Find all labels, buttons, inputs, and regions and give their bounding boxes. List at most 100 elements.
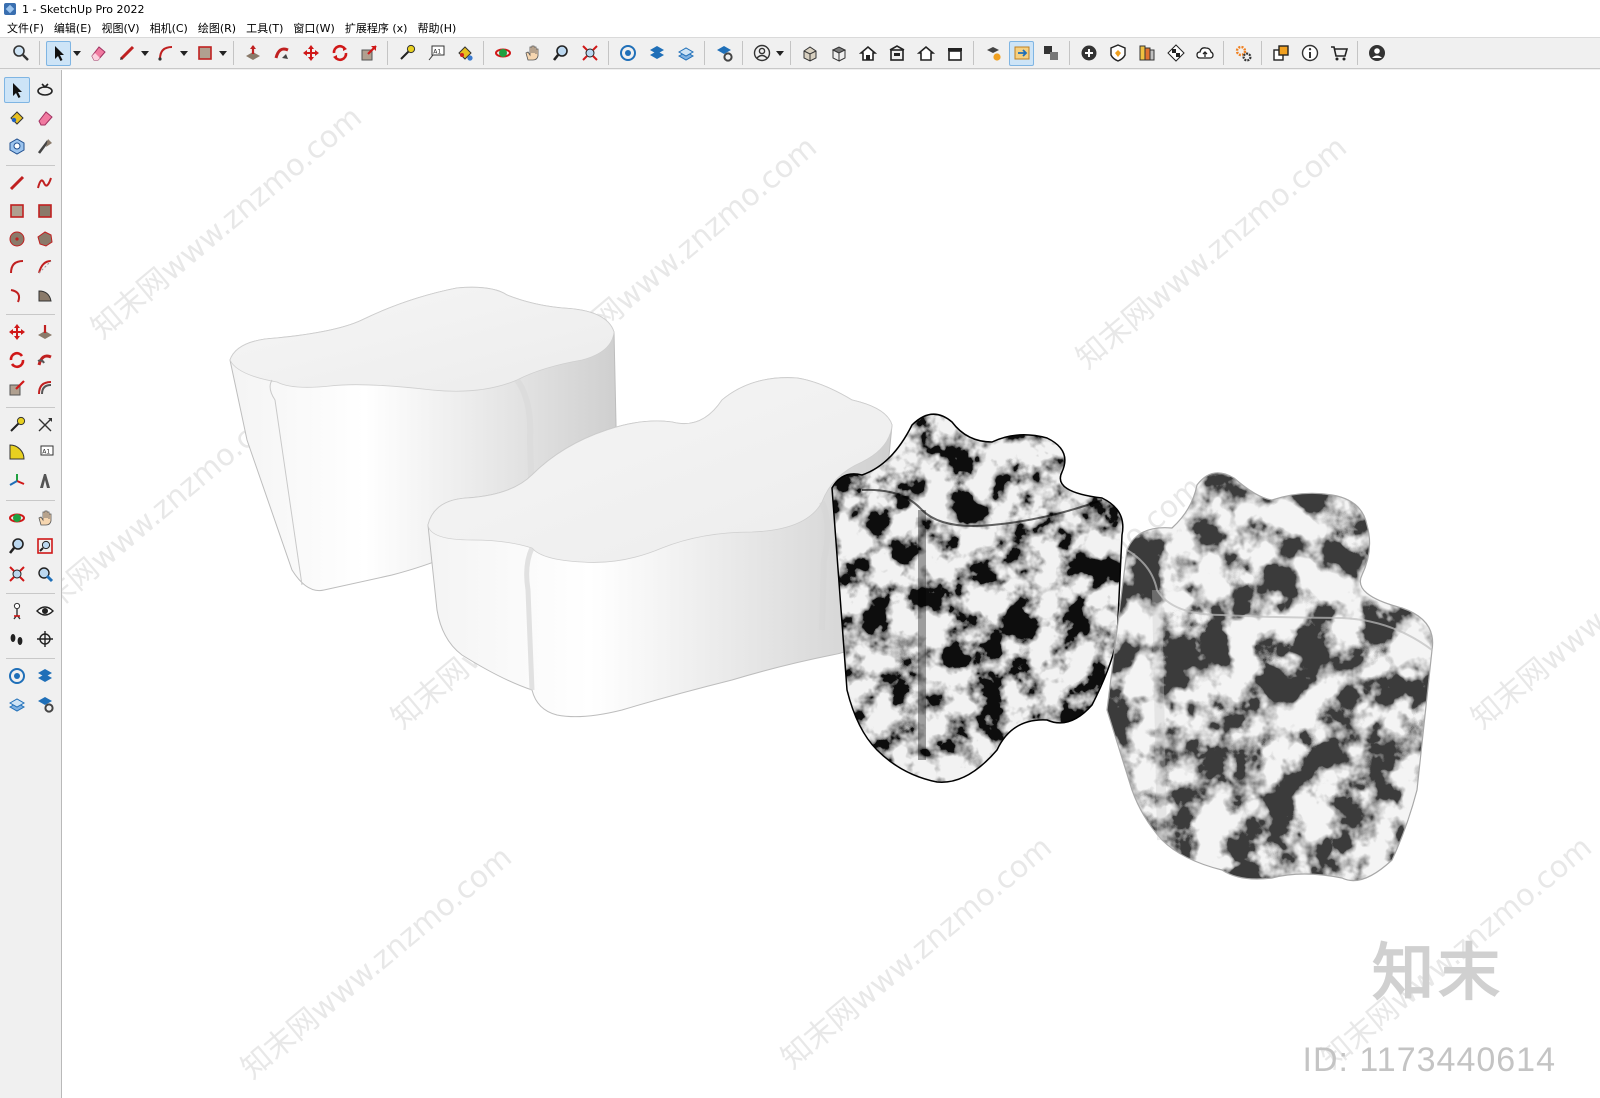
circle-icon[interactable] [4, 226, 30, 252]
solid-union-icon[interactable] [1076, 41, 1101, 66]
move-icon[interactable] [298, 41, 323, 66]
pencil-icon[interactable] [114, 41, 139, 66]
select-icon[interactable] [46, 40, 71, 66]
rectangle-icon[interactable] [4, 198, 30, 224]
shape-dropdown[interactable] [219, 41, 227, 66]
user-dropdown[interactable] [776, 41, 784, 66]
shadows-icon[interactable] [1163, 41, 1188, 66]
layout-icon[interactable] [4, 691, 30, 717]
look-around-icon[interactable] [32, 598, 58, 624]
push-pull-icon[interactable] [32, 319, 58, 345]
pan-icon[interactable] [32, 505, 58, 531]
extension-icon[interactable] [32, 663, 58, 689]
scale-icon[interactable] [4, 375, 30, 401]
warehouse-icon[interactable] [4, 663, 30, 689]
model-viewport[interactable]: 知末网www.znzmo.com 知末网www.znzmo.com 知末网www… [62, 70, 1600, 1098]
rectangle-icon[interactable] [192, 41, 217, 66]
eraser-icon[interactable] [32, 105, 58, 131]
axes-icon[interactable] [4, 468, 30, 494]
select-dropdown[interactable] [73, 41, 81, 66]
layout-icon[interactable] [673, 41, 698, 66]
select-icon[interactable] [3, 77, 30, 103]
text-icon[interactable]: A1 [32, 440, 58, 466]
menu-window[interactable]: 窗口(W) [288, 20, 339, 36]
pan-icon[interactable] [519, 41, 544, 66]
text-icon[interactable]: A1 [423, 41, 448, 66]
tape-measure-icon[interactable] [32, 133, 58, 159]
account-icon[interactable] [1364, 41, 1389, 66]
polygon-icon[interactable] [32, 226, 58, 252]
orbit-icon[interactable] [32, 77, 58, 103]
back-view-icon[interactable] [913, 41, 938, 66]
ext-manager-icon[interactable] [711, 41, 736, 66]
extension-warehouse-icon[interactable] [644, 41, 669, 66]
follow-me-icon[interactable] [269, 41, 294, 66]
settings-icon[interactable] [1230, 41, 1255, 66]
dimension-icon[interactable] [32, 412, 58, 438]
arc-dropdown[interactable] [180, 41, 188, 66]
cart-icon[interactable] [1326, 41, 1351, 66]
section-display-icon[interactable] [1009, 40, 1034, 66]
menu-view[interactable]: 视图(V) [96, 20, 144, 36]
freehand-icon[interactable] [32, 170, 58, 196]
paint-bucket-icon[interactable] [452, 41, 477, 66]
component-icon[interactable] [4, 133, 30, 159]
rotate-icon[interactable] [327, 41, 352, 66]
menu-file[interactable]: 文件(F) [2, 20, 49, 36]
section-cut-icon[interactable] [1038, 41, 1063, 66]
solid-shell-icon[interactable] [1105, 41, 1130, 66]
paint-bucket-icon[interactable] [4, 105, 30, 131]
material-icon[interactable] [1134, 41, 1159, 66]
info-icon[interactable] [1297, 41, 1322, 66]
pencil-dropdown[interactable] [141, 41, 149, 66]
menu-camera[interactable]: 相机(C) [145, 20, 193, 36]
section-plane-icon[interactable] [32, 626, 58, 652]
zoom-extents-icon[interactable] [577, 41, 602, 66]
protractor-icon[interactable] [4, 440, 30, 466]
follow-me-icon[interactable] [32, 347, 58, 373]
scale-icon[interactable] [356, 41, 381, 66]
push-pull-icon[interactable] [240, 41, 265, 66]
zoom-window-icon[interactable] [32, 533, 58, 559]
zoom-icon[interactable] [4, 533, 30, 559]
previous-icon[interactable] [32, 561, 58, 587]
menu-tools[interactable]: 工具(T) [241, 20, 288, 36]
arc-icon[interactable] [153, 41, 178, 66]
three-point-arc-icon[interactable] [4, 282, 30, 308]
zoom-extents-icon[interactable] [4, 561, 30, 587]
3d-text-icon[interactable] [32, 468, 58, 494]
cloud-icon[interactable] [1192, 41, 1217, 66]
left-view-icon[interactable] [942, 41, 967, 66]
position-camera-icon[interactable] [4, 598, 30, 624]
ext-manager-icon[interactable] [32, 691, 58, 717]
component-icon[interactable] [1268, 41, 1293, 66]
menu-edit[interactable]: 编辑(E) [49, 20, 97, 36]
right-view-icon[interactable] [884, 41, 909, 66]
walk-icon[interactable] [4, 626, 30, 652]
user-icon[interactable] [749, 41, 774, 66]
zoom-tool-icon[interactable] [548, 41, 573, 66]
rotated-rectangle-icon[interactable] [32, 198, 58, 224]
section-plane-icon[interactable] [980, 41, 1005, 66]
line-icon[interactable] [4, 170, 30, 196]
move-icon[interactable] [4, 319, 30, 345]
menu-draw[interactable]: 绘图(R) [193, 20, 241, 36]
orbit-tool-icon[interactable] [4, 505, 30, 531]
zoom-icon[interactable] [8, 41, 33, 66]
watermark: 知末网www.znzmo.com [235, 840, 519, 1086]
front-view-icon[interactable] [855, 41, 880, 66]
orbit-icon[interactable] [490, 41, 515, 66]
pie-icon[interactable] [32, 282, 58, 308]
tape-measure-icon[interactable] [394, 41, 419, 66]
arc-icon[interactable] [4, 254, 30, 280]
top-view-icon[interactable] [826, 41, 851, 66]
eraser-icon[interactable] [85, 41, 110, 66]
warehouse-icon[interactable] [615, 41, 640, 66]
offset-icon[interactable] [32, 375, 58, 401]
two-point-arc-icon[interactable] [32, 254, 58, 280]
iso-view-icon[interactable] [797, 41, 822, 66]
tape-icon[interactable] [4, 412, 30, 438]
rotate-icon[interactable] [4, 347, 30, 373]
menu-extensions[interactable]: 扩展程序 (x) [340, 20, 413, 36]
menu-help[interactable]: 帮助(H) [412, 20, 461, 36]
